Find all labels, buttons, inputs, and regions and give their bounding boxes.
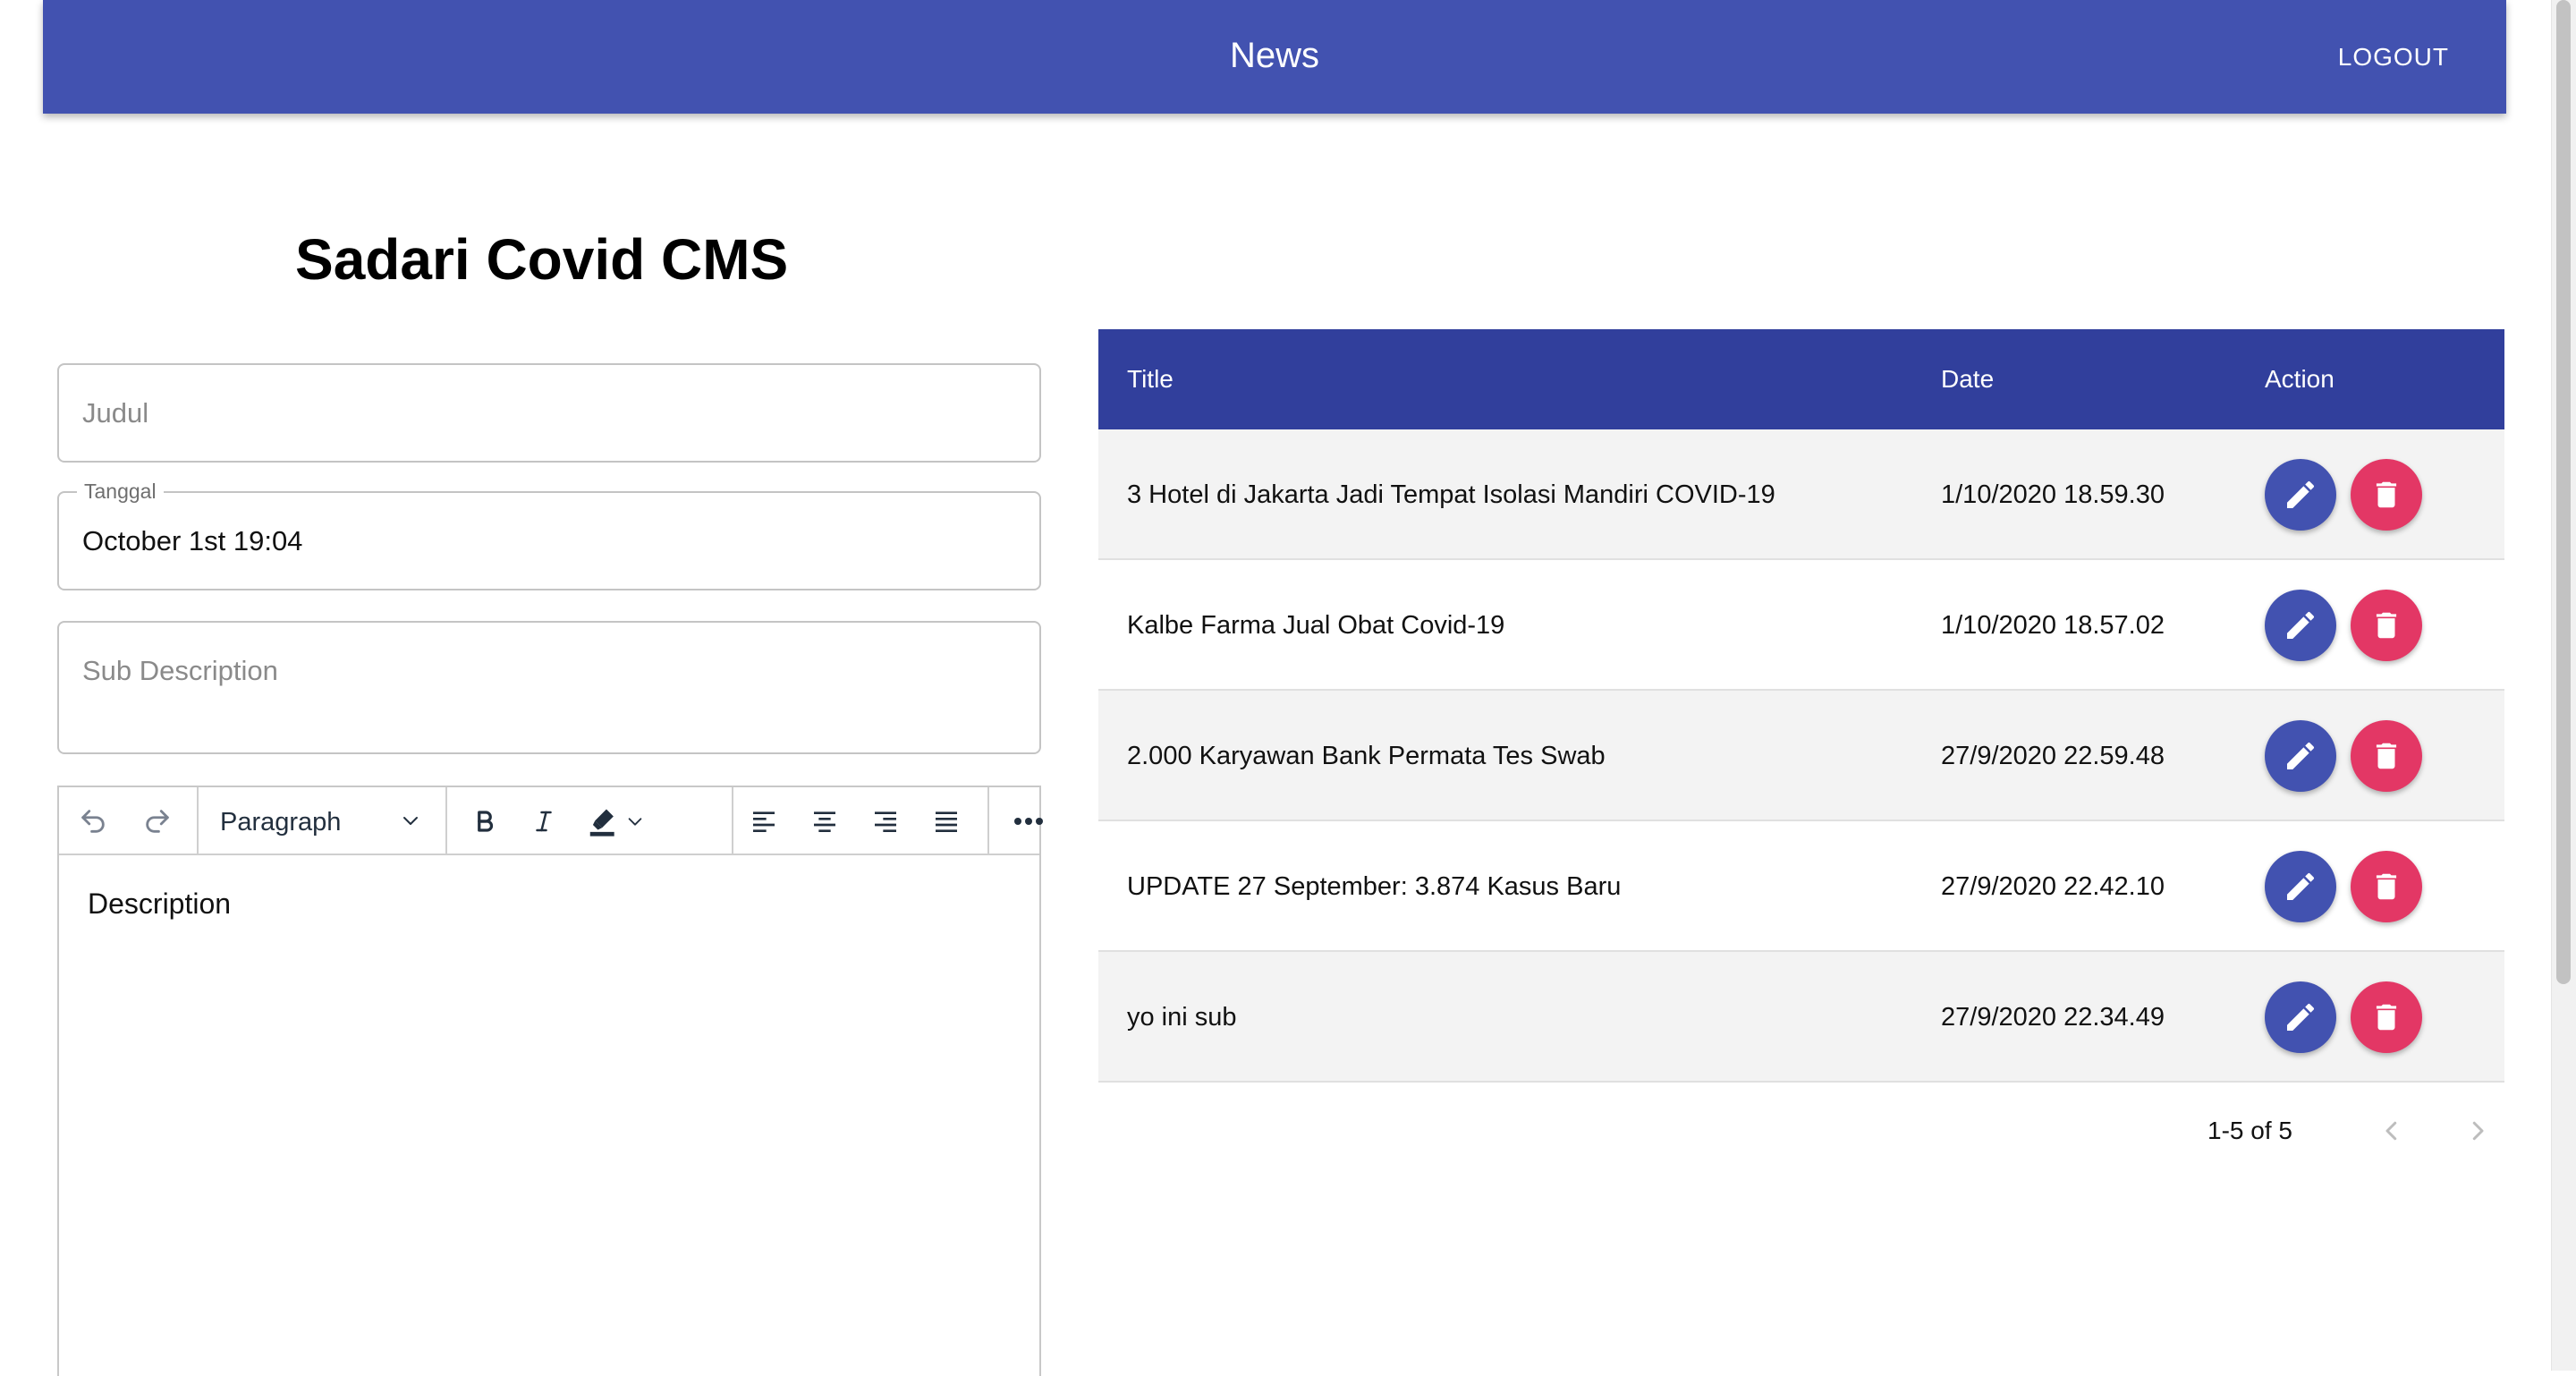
pagination-count: 1-5 of 5: [2207, 1117, 2292, 1144]
bold-icon[interactable]: [463, 800, 506, 843]
undo-icon[interactable]: [72, 800, 114, 843]
editor-toolbar: Paragraph: [59, 787, 1043, 855]
row-title: 2.000 Karyawan Bank Permata Tes Swab: [1127, 742, 1606, 770]
sub-description-input[interactable]: [59, 623, 1039, 719]
app-bar: News LOGOUT: [43, 0, 2506, 114]
block-format-group: Paragraph: [199, 787, 447, 854]
news-table: Title Date Action 3 Hotel di Jakarta Jad…: [1098, 329, 2504, 1083]
column-header-title[interactable]: Title: [1127, 329, 1174, 429]
row-title: Kalbe Farma Jual Obat Covid-19: [1127, 611, 1505, 640]
page-title: Sadari Covid CMS: [295, 227, 789, 292]
table-row: yo ini sub 27/9/2020 22.34.49: [1098, 952, 2504, 1083]
pencil-icon: [2287, 611, 2315, 639]
row-date: 27/9/2020 22.42.10: [1941, 872, 2165, 901]
alignment-group: [733, 787, 989, 854]
edit-button[interactable]: [2265, 590, 2336, 661]
column-header-action: Action: [2265, 365, 2334, 393]
pencil-icon: [2287, 872, 2315, 900]
edit-button[interactable]: [2265, 851, 2336, 922]
edit-button[interactable]: [2265, 459, 2336, 531]
chevron-right-icon[interactable]: [2458, 1111, 2497, 1151]
app-title: News: [1229, 36, 1320, 75]
edit-button[interactable]: [2265, 720, 2336, 792]
align-justify-icon[interactable]: [925, 800, 968, 843]
table-row: Kalbe Farma Jual Obat Covid-19 1/10/2020…: [1098, 560, 2504, 691]
chevron-left-icon[interactable]: [2372, 1111, 2411, 1151]
delete-button[interactable]: [2351, 981, 2422, 1053]
rich-text-editor: Paragraph Description: [57, 786, 1043, 1376]
table-row: UPDATE 27 September: 3.874 Kasus Baru 27…: [1098, 821, 2504, 952]
table-row: 3 Hotel di Jakarta Jadi Tempat Isolasi M…: [1098, 429, 2504, 560]
trash-icon: [2376, 873, 2397, 900]
align-center-icon[interactable]: [803, 800, 846, 843]
align-left-icon[interactable]: [742, 800, 785, 843]
block-format-value: Paragraph: [220, 808, 342, 837]
table-row: 2.000 Karyawan Bank Permata Tes Swab 27/…: [1098, 691, 2504, 821]
more-icon[interactable]: [1007, 800, 1050, 843]
trash-icon: [2376, 1004, 2397, 1031]
highlight-icon[interactable]: [581, 800, 624, 843]
row-date: 27/9/2020 22.59.48: [1941, 742, 2165, 770]
pencil-icon: [2287, 1003, 2315, 1031]
block-format-select[interactable]: Paragraph: [199, 787, 445, 854]
editor-content[interactable]: Description: [59, 855, 1039, 1376]
row-date: 1/10/2020 18.59.30: [1941, 480, 2165, 509]
scrollbar-thumb[interactable]: [2556, 0, 2571, 984]
history-group: [59, 787, 199, 854]
delete-button[interactable]: [2351, 459, 2422, 531]
chevron-down-icon: [400, 810, 421, 836]
row-title: yo ini sub: [1127, 1003, 1237, 1032]
align-right-icon[interactable]: [864, 800, 907, 843]
edit-button[interactable]: [2265, 981, 2336, 1053]
delete-button[interactable]: [2351, 851, 2422, 922]
trash-icon: [2376, 612, 2397, 639]
pencil-icon: [2287, 480, 2315, 508]
delete-button[interactable]: [2351, 590, 2422, 661]
tanggal-field[interactable]: Tanggal: [57, 480, 1041, 590]
column-header-date[interactable]: Date: [1941, 329, 1994, 429]
highlight-chevron-down-icon[interactable]: [619, 800, 651, 843]
row-title: 3 Hotel di Jakarta Jadi Tempat Isolasi M…: [1127, 480, 1775, 509]
tanggal-label: Tanggal: [77, 480, 164, 503]
row-title: UPDATE 27 September: 3.874 Kasus Baru: [1127, 872, 1622, 901]
tanggal-input[interactable]: [59, 493, 1039, 589]
trash-icon: [2376, 481, 2397, 508]
judul-input[interactable]: [59, 365, 1039, 461]
trash-icon: [2376, 743, 2397, 769]
italic-icon[interactable]: [522, 800, 565, 843]
redo-icon[interactable]: [136, 800, 179, 843]
pencil-icon: [2287, 742, 2315, 769]
description-placeholder: Description: [88, 888, 232, 920]
sub-description-field[interactable]: [57, 621, 1041, 754]
delete-button[interactable]: [2351, 720, 2422, 792]
text-style-group: [447, 787, 733, 854]
logout-button[interactable]: LOGOUT: [2338, 0, 2449, 114]
table-header: Title Date Action: [1098, 329, 2504, 429]
row-date: 27/9/2020 22.34.49: [1941, 1003, 2165, 1032]
row-date: 1/10/2020 18.57.02: [1941, 611, 2165, 640]
table-pagination: 1-5 of 5: [1098, 1091, 2504, 1172]
judul-field[interactable]: [57, 363, 1041, 463]
